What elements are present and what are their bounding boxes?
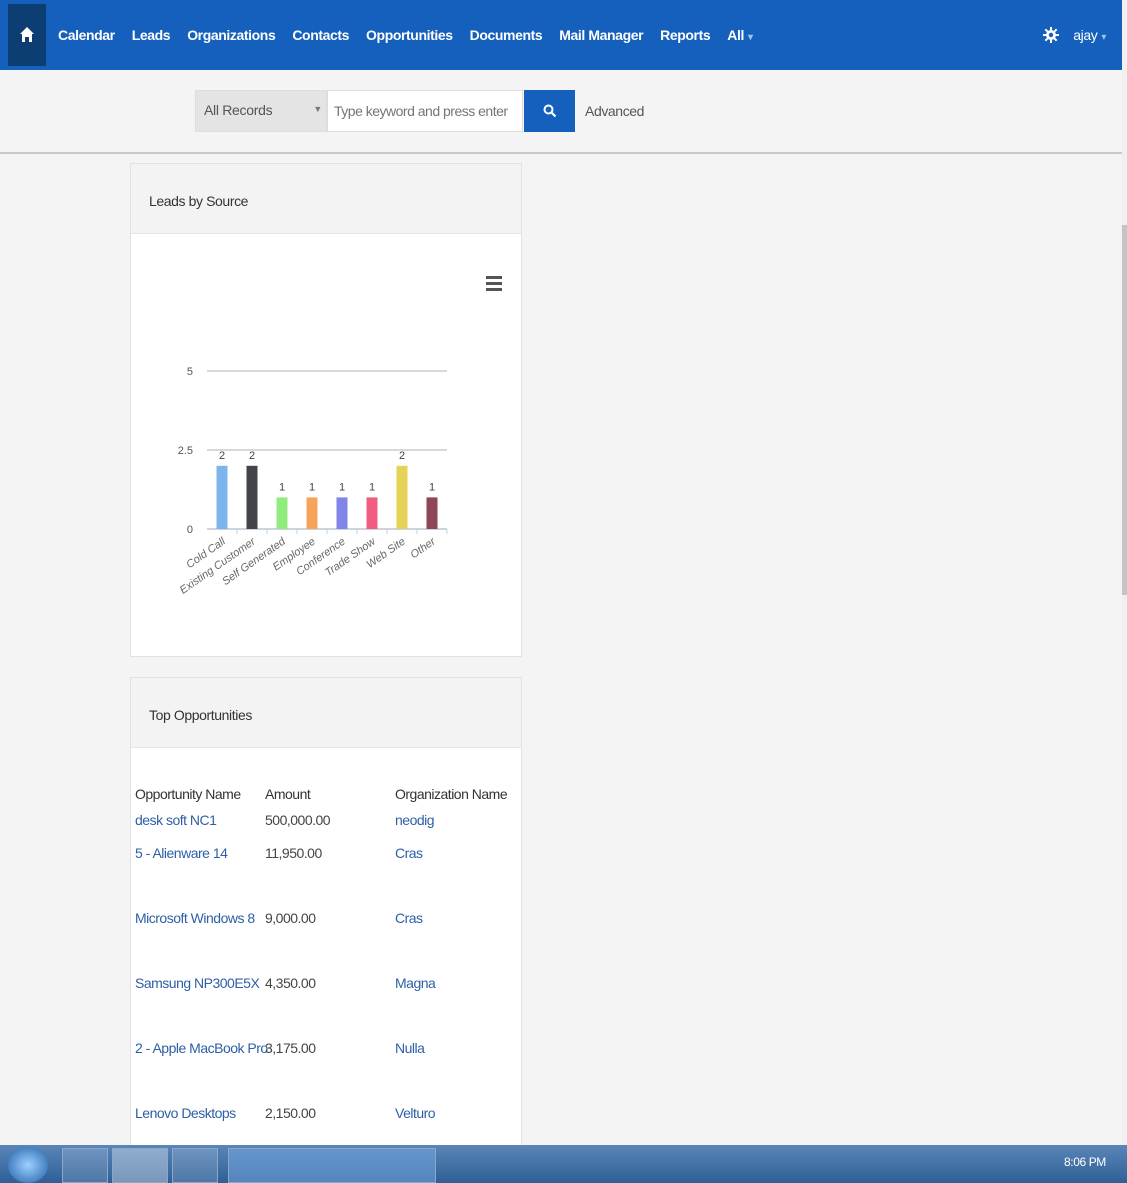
nav-all-label: All <box>727 27 744 43</box>
table-row: Lenovo Desktops 2,150.00 Velturo <box>135 1105 515 1146</box>
amount: 11,950.00 <box>265 845 322 861</box>
table-header: Opportunity Name Amount Organization Nam… <box>135 786 515 812</box>
data-label: 1 <box>429 481 435 493</box>
data-label: 1 <box>279 481 285 493</box>
nav-calendar[interactable]: Calendar <box>58 27 115 43</box>
bar <box>336 497 348 529</box>
opportunity-link[interactable]: Microsoft Windows 8 <box>135 910 255 926</box>
home-icon <box>20 27 34 42</box>
amount: 4,350.00 <box>265 975 316 991</box>
widget-title: Top Opportunities <box>131 678 521 748</box>
advanced-search-link[interactable]: Advanced <box>585 103 644 119</box>
internet-explorer-taskbar-button[interactable] <box>172 1148 218 1183</box>
media-player-taskbar-button[interactable] <box>62 1148 108 1183</box>
organization-link[interactable]: neodig <box>395 812 435 828</box>
column-header: Opportunity Name <box>135 786 241 802</box>
bar <box>216 465 228 529</box>
os-taskbar: 8:06 PM <box>0 1145 1127 1183</box>
opportunities-table: Opportunity Name Amount Organization Nam… <box>135 786 515 1146</box>
amount: 3,175.00 <box>265 1040 316 1056</box>
data-label: 1 <box>309 481 315 493</box>
y-tick-label: 5 <box>187 366 193 378</box>
opportunity-link[interactable]: Lenovo Desktops <box>135 1105 236 1121</box>
y-tick-label: 2.5 <box>178 445 193 457</box>
nav-documents[interactable]: Documents <box>470 27 543 43</box>
user-menu[interactable]: ajay ▾ <box>1073 27 1106 43</box>
table-row: 2 - Apple MacBook Pro 3,175.00 Nulla <box>135 1040 515 1105</box>
data-label: 1 <box>339 481 345 493</box>
organization-link[interactable]: Velturo <box>395 1105 436 1121</box>
leads-by-source-widget: Leads by Source 0 2.5 5 2 Cold Call 2 Existing… <box>130 163 522 657</box>
leads-by-source-chart: 02.552Cold Call2Existing Customer1Self G… <box>178 366 448 597</box>
opportunity-link[interactable]: desk soft NC1 <box>135 812 217 828</box>
table-row: Microsoft Windows 8 9,000.00 Cras <box>135 910 515 975</box>
scrollbar-thumb[interactable] <box>1122 225 1127 595</box>
organization-link[interactable]: Magna <box>395 975 436 991</box>
search-button[interactable] <box>524 90 575 132</box>
file-explorer-taskbar-button[interactable] <box>112 1148 168 1183</box>
x-tick-label: Other <box>408 535 439 561</box>
organization-link[interactable]: Cras <box>395 910 423 926</box>
main-menu: Calendar Leads Organizations Contacts Op… <box>58 0 770 70</box>
page-scrollbar[interactable] <box>1122 0 1127 1145</box>
search-bar: All Records ▼ Advanced <box>0 70 1122 154</box>
column-header: Amount <box>265 786 311 802</box>
table-row: Samsung NP300E5X 4,350.00 Magna <box>135 975 515 1040</box>
bar <box>426 497 438 529</box>
user-name: ajay <box>1073 27 1098 43</box>
nav-mail-manager[interactable]: Mail Manager <box>559 27 643 43</box>
home-button[interactable] <box>8 4 46 66</box>
nav-contacts[interactable]: Contacts <box>292 27 349 43</box>
top-opportunities-widget: Top Opportunities Opportunity Name Amoun… <box>130 677 522 1147</box>
nav-right: ajay ▾ <box>1043 0 1106 70</box>
opportunity-link[interactable]: 5 - Alienware 14 <box>135 845 228 861</box>
data-label: 2 <box>219 450 225 462</box>
gear-icon[interactable] <box>1043 27 1060 43</box>
amount: 2,150.00 <box>265 1105 316 1121</box>
nav-organizations[interactable]: Organizations <box>187 27 276 43</box>
nav-leads[interactable]: Leads <box>132 27 171 43</box>
widget-title: Leads by Source <box>131 164 521 234</box>
amount: 9,000.00 <box>265 910 316 926</box>
search-input[interactable] <box>327 90 523 132</box>
amount: 500,000.00 <box>265 812 331 828</box>
data-label: 2 <box>399 450 405 462</box>
taskbar-clock: 8:06 PM <box>1064 1155 1106 1169</box>
search-scope-value: All Records <box>204 102 273 118</box>
chevron-down-icon: ▾ <box>1101 32 1106 43</box>
browser-window-taskbar-button[interactable] <box>228 1148 436 1183</box>
opportunity-link[interactable]: Samsung NP300E5X <box>135 975 260 991</box>
column-header: Organization Name <box>395 786 508 802</box>
table-row: 5 - Alienware 14 11,950.00 Cras <box>135 845 515 910</box>
organization-link[interactable]: Cras <box>395 845 423 861</box>
start-button[interactable] <box>8 1147 48 1183</box>
bar <box>246 465 258 529</box>
bar <box>276 497 288 529</box>
data-label: 1 <box>369 481 375 493</box>
nav-opportunities[interactable]: Opportunities <box>366 27 453 43</box>
nav-all[interactable]: All ▾ <box>727 27 753 43</box>
table-row: desk soft NC1 500,000.00 neodig <box>135 812 515 845</box>
chevron-down-icon: ▼ <box>313 104 322 114</box>
data-label: 2 <box>249 450 255 462</box>
top-nav-bar: Calendar Leads Organizations Contacts Op… <box>0 0 1122 70</box>
bar <box>396 465 408 529</box>
chevron-down-icon: ▾ <box>747 32 753 43</box>
opportunity-link[interactable]: 2 - Apple MacBook Pro <box>135 1040 268 1056</box>
organization-link[interactable]: Nulla <box>395 1040 425 1056</box>
bar <box>306 497 318 529</box>
search-icon <box>543 104 556 118</box>
y-tick-label: 0 <box>187 524 193 536</box>
search-scope-select[interactable]: All Records ▼ <box>195 90 327 132</box>
bar <box>366 497 378 529</box>
nav-reports[interactable]: Reports <box>660 27 711 43</box>
